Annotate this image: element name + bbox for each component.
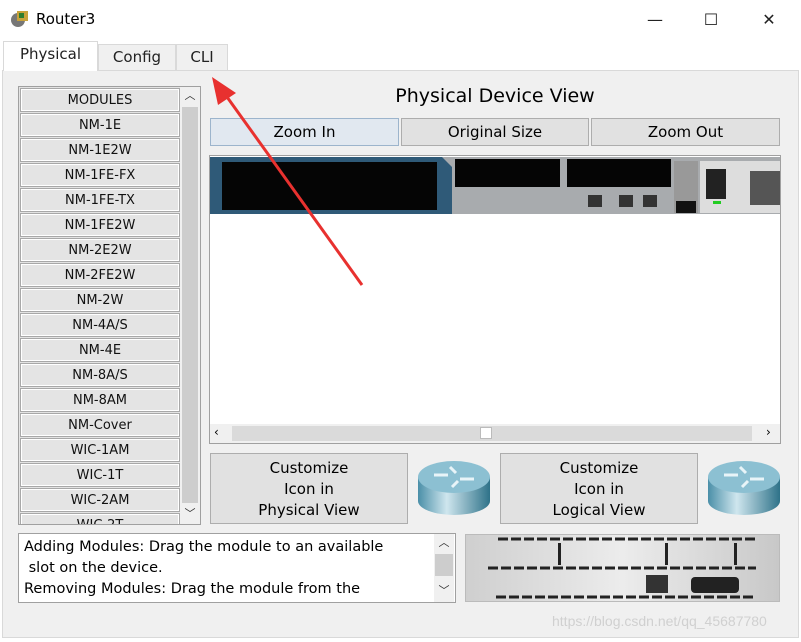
label-line: Physical View [258, 501, 360, 519]
info-line: slot on the device. [24, 560, 163, 576]
label-line: Customize [559, 459, 639, 477]
hscroll-thumb[interactable] [480, 427, 492, 439]
scroll-right-icon[interactable]: › [766, 425, 771, 439]
scroll-left-icon[interactable]: ‹ [214, 425, 219, 439]
zoom-out-button[interactable]: Zoom Out [591, 118, 780, 146]
close-button[interactable]: ✕ [754, 8, 784, 32]
module-item[interactable]: NM-4E [20, 338, 180, 362]
scrollbar-thumb[interactable] [435, 554, 453, 576]
scroll-up-icon[interactable]: ︿ [180, 87, 200, 105]
module-item[interactable]: NM-4A/S [20, 313, 180, 337]
module-item[interactable]: WIC-2AM [20, 488, 180, 512]
module-item[interactable]: NM-1FE2W [20, 213, 180, 237]
modules-list: MODULES NM-1E NM-1E2W NM-1FE-FX NM-1FE-TX NM… [18, 86, 201, 525]
module-item[interactable]: NM-1FE-TX [20, 188, 180, 212]
tab-config[interactable]: Config [98, 44, 176, 70]
hscroll-track[interactable] [232, 426, 752, 441]
module-item[interactable]: NM-1E [20, 113, 180, 137]
module-item[interactable]: NM-8A/S [20, 363, 180, 387]
module-item[interactable]: NM-2E2W [20, 238, 180, 262]
module-preview-image [465, 534, 780, 602]
maximize-button[interactable]: ☐ [696, 8, 726, 32]
modules-scrollbar[interactable]: ︿ ﹀ [180, 87, 200, 524]
watermark: https://blog.csdn.net/qq_45687780 [552, 613, 767, 629]
module-item[interactable]: NM-1E2W [20, 138, 180, 162]
module-item[interactable]: NM-8AM [20, 388, 180, 412]
window-title: Router3 [36, 10, 96, 28]
tab-physical[interactable]: Physical [3, 41, 98, 71]
label-line: Icon in [574, 480, 624, 498]
annotation-arrow [212, 77, 364, 286]
module-item[interactable]: WIC-1AM [20, 438, 180, 462]
scroll-down-icon[interactable]: ﹀ [434, 582, 454, 600]
label-line: Logical View [552, 501, 646, 519]
app-icon [11, 11, 28, 27]
info-line: Removing Modules: Drag the module from t… [24, 581, 361, 597]
info-scrollbar[interactable]: ︿ ﹀ [434, 534, 454, 602]
customize-physical-icon-button[interactable]: Customize Icon in Physical View [210, 453, 408, 524]
router-icon [418, 461, 490, 515]
router-icon [708, 461, 780, 515]
module-item[interactable]: NM-1FE-FX [20, 163, 180, 187]
title-bar [0, 0, 801, 40]
minimize-button[interactable]: — [640, 8, 670, 32]
tab-cli[interactable]: CLI [176, 44, 228, 70]
module-item[interactable]: NM-Cover [20, 413, 180, 437]
modules-header: MODULES [20, 88, 180, 112]
customize-logical-icon-button[interactable]: Customize Icon in Logical View [500, 453, 698, 524]
info-line: Adding Modules: Drag the module to an av… [24, 539, 384, 555]
device-view-hscrollbar[interactable]: ‹ › [210, 424, 780, 443]
scrollbar-thumb[interactable] [182, 107, 198, 503]
module-item[interactable]: WIC-2T [20, 513, 180, 524]
info-textbox[interactable]: Adding Modules: Drag the module to an av… [18, 533, 456, 603]
module-item[interactable]: NM-2W [20, 288, 180, 312]
scroll-up-icon[interactable]: ︿ [434, 534, 454, 552]
label-line: Customize [269, 459, 349, 477]
label-line: Icon in [284, 480, 334, 498]
original-size-button[interactable]: Original Size [401, 118, 589, 146]
module-faceplate [488, 537, 756, 599]
scroll-down-icon[interactable]: ﹀ [180, 505, 200, 523]
module-item[interactable]: WIC-1T [20, 463, 180, 487]
module-item[interactable]: NM-2FE2W [20, 263, 180, 287]
